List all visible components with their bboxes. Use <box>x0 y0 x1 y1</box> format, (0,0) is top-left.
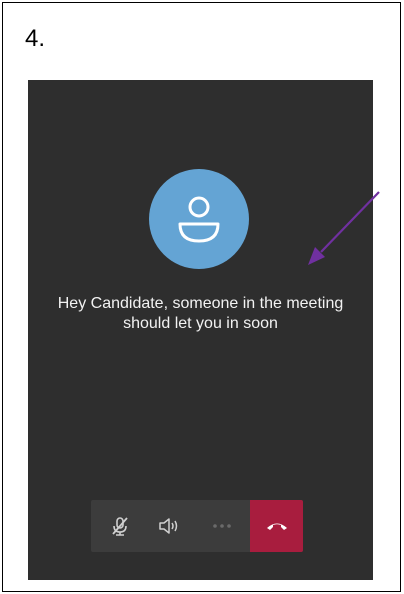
hang-up-button[interactable] <box>250 500 303 552</box>
lobby-message: Hey Candidate, someone in the meeting sh… <box>28 294 373 334</box>
figure-frame: 4. Hey Candidate, someone in the meeting… <box>2 2 401 592</box>
person-icon <box>178 196 220 243</box>
avatar <box>149 169 249 269</box>
step-number: 4. <box>25 25 46 52</box>
more-options-icon <box>213 524 231 528</box>
hang-up-icon <box>266 523 287 530</box>
lobby-message-line-2: should let you in soon <box>123 315 278 332</box>
mute-button[interactable] <box>97 500 143 552</box>
more-options-button[interactable] <box>199 500 245 552</box>
lobby-message-line-1: Hey Candidate, someone in the meeting <box>57 295 344 312</box>
call-controls-bar <box>91 500 303 552</box>
speaker-button[interactable] <box>146 500 192 552</box>
mic-off-icon <box>112 517 128 536</box>
meeting-lobby-screen: Hey Candidate, someone in the meeting sh… <box>28 80 373 580</box>
speaker-icon <box>159 518 178 534</box>
